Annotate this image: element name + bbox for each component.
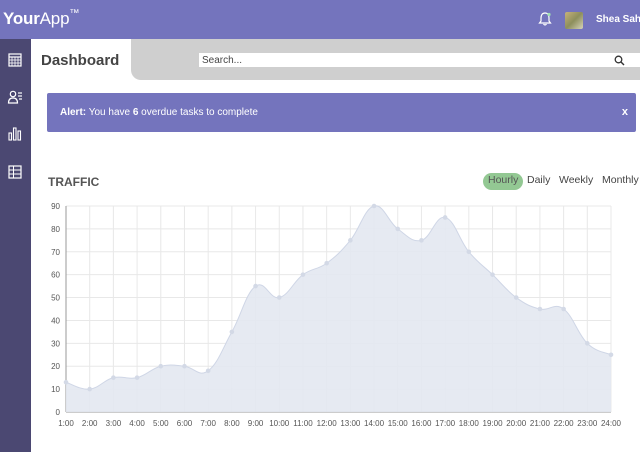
- page-title: Dashboard: [41, 52, 120, 69]
- x-tick-label: 19:00: [483, 419, 504, 428]
- data-point: [229, 329, 235, 335]
- data-point: [537, 306, 543, 312]
- data-point: [395, 226, 401, 232]
- search-field[interactable]: [199, 53, 640, 67]
- x-tick-label: 21:00: [530, 419, 551, 428]
- avatar[interactable]: [565, 12, 583, 29]
- tab-weekly[interactable]: Weekly: [559, 173, 593, 190]
- data-point: [205, 368, 211, 374]
- x-tick-label: 15:00: [388, 419, 409, 428]
- brand-mark: ™: [69, 8, 80, 19]
- y-tick-label: 40: [51, 316, 60, 325]
- x-tick-label: 8:00: [224, 419, 240, 428]
- x-tick-label: 9:00: [248, 419, 264, 428]
- data-point: [490, 272, 495, 277]
- data-point: [300, 272, 306, 277]
- brand-rest: App: [39, 9, 70, 28]
- y-tick-label: 80: [51, 225, 60, 234]
- data-point: [63, 379, 69, 385]
- alert-label: Alert:: [60, 107, 87, 118]
- data-point: [134, 375, 140, 380]
- y-tick-label: 10: [51, 385, 60, 394]
- data-point: [87, 386, 92, 392]
- top-bar: YourApp™ Shea Sah: [0, 0, 640, 39]
- data-point: [513, 295, 519, 300]
- y-tick-label: 20: [51, 362, 60, 371]
- sidebar: [0, 39, 31, 452]
- data-point: [585, 341, 590, 346]
- data-point: [466, 249, 472, 255]
- x-tick-label: 1:00: [58, 419, 74, 428]
- user-list-icon[interactable]: [6, 88, 24, 106]
- x-tick-label: 24:00: [601, 419, 622, 428]
- bar-chart-icon[interactable]: [6, 125, 24, 143]
- username[interactable]: Shea Sah: [596, 14, 640, 25]
- x-tick-label: 13:00: [340, 419, 361, 428]
- tab-monthly[interactable]: Monthly: [602, 173, 639, 190]
- y-tick-label: 30: [51, 339, 60, 348]
- x-tick-label: 5:00: [153, 419, 169, 428]
- tab-daily[interactable]: Daily: [527, 173, 550, 190]
- search-icon[interactable]: [614, 55, 625, 66]
- calendar-grid-icon[interactable]: [6, 51, 24, 69]
- alert-message: Alert: You have 6 overdue tasks to compl…: [60, 107, 258, 118]
- data-point: [561, 306, 566, 312]
- x-tick-label: 20:00: [506, 419, 527, 428]
- alert-text-before: You have: [86, 107, 133, 118]
- alert-close-button[interactable]: x: [622, 106, 628, 118]
- alert-text-after: overdue tasks to complete: [138, 107, 258, 118]
- x-tick-label: 23:00: [577, 419, 598, 428]
- x-tick-label: 4:00: [129, 419, 145, 428]
- x-tick-label: 14:00: [364, 419, 385, 428]
- x-tick-label: 2:00: [82, 419, 98, 428]
- data-point: [608, 352, 614, 358]
- traffic-title: TRAFFIC: [48, 175, 100, 189]
- x-tick-label: 6:00: [177, 419, 193, 428]
- x-tick-label: 16:00: [411, 419, 432, 428]
- y-tick-label: 50: [51, 294, 60, 303]
- data-point: [182, 363, 187, 369]
- y-tick-label: 60: [51, 271, 60, 280]
- x-tick-label: 10:00: [269, 419, 290, 428]
- y-tick-label: 0: [56, 408, 61, 417]
- alert-banner: Alert: You have 6 overdue tasks to compl…: [47, 93, 636, 132]
- app-logo[interactable]: YourApp™: [3, 8, 80, 29]
- search-input[interactable]: [202, 53, 602, 67]
- data-point: [419, 238, 424, 243]
- x-tick-label: 7:00: [200, 419, 216, 428]
- data-point: [324, 260, 329, 266]
- y-tick-label: 70: [51, 248, 60, 257]
- tab-hourly[interactable]: Hourly: [483, 173, 524, 190]
- x-tick-label: 3:00: [106, 419, 122, 428]
- traffic-chart: 0 10 20 30 40 50 60 70 80 90 1:00 2:00 3:00 4:00 5:00 6…: [51, 202, 622, 428]
- y-tick-label: 90: [51, 202, 60, 211]
- x-tick-label: 18:00: [459, 419, 480, 428]
- bell-icon[interactable]: [537, 11, 553, 27]
- data-point: [276, 295, 282, 300]
- brand-bold: Your: [3, 9, 40, 28]
- table-icon[interactable]: [6, 163, 24, 181]
- data-point: [442, 215, 448, 220]
- data-point: [158, 363, 164, 369]
- x-tick-label: 22:00: [554, 419, 575, 428]
- data-point: [348, 238, 353, 243]
- x-tick-label: 11:00: [293, 419, 313, 428]
- x-tick-label: 17:00: [435, 419, 456, 428]
- data-point: [371, 203, 377, 209]
- data-point: [253, 283, 258, 289]
- data-point: [111, 375, 116, 380]
- x-tick-label: 12:00: [317, 419, 338, 428]
- traffic-area: [66, 205, 611, 412]
